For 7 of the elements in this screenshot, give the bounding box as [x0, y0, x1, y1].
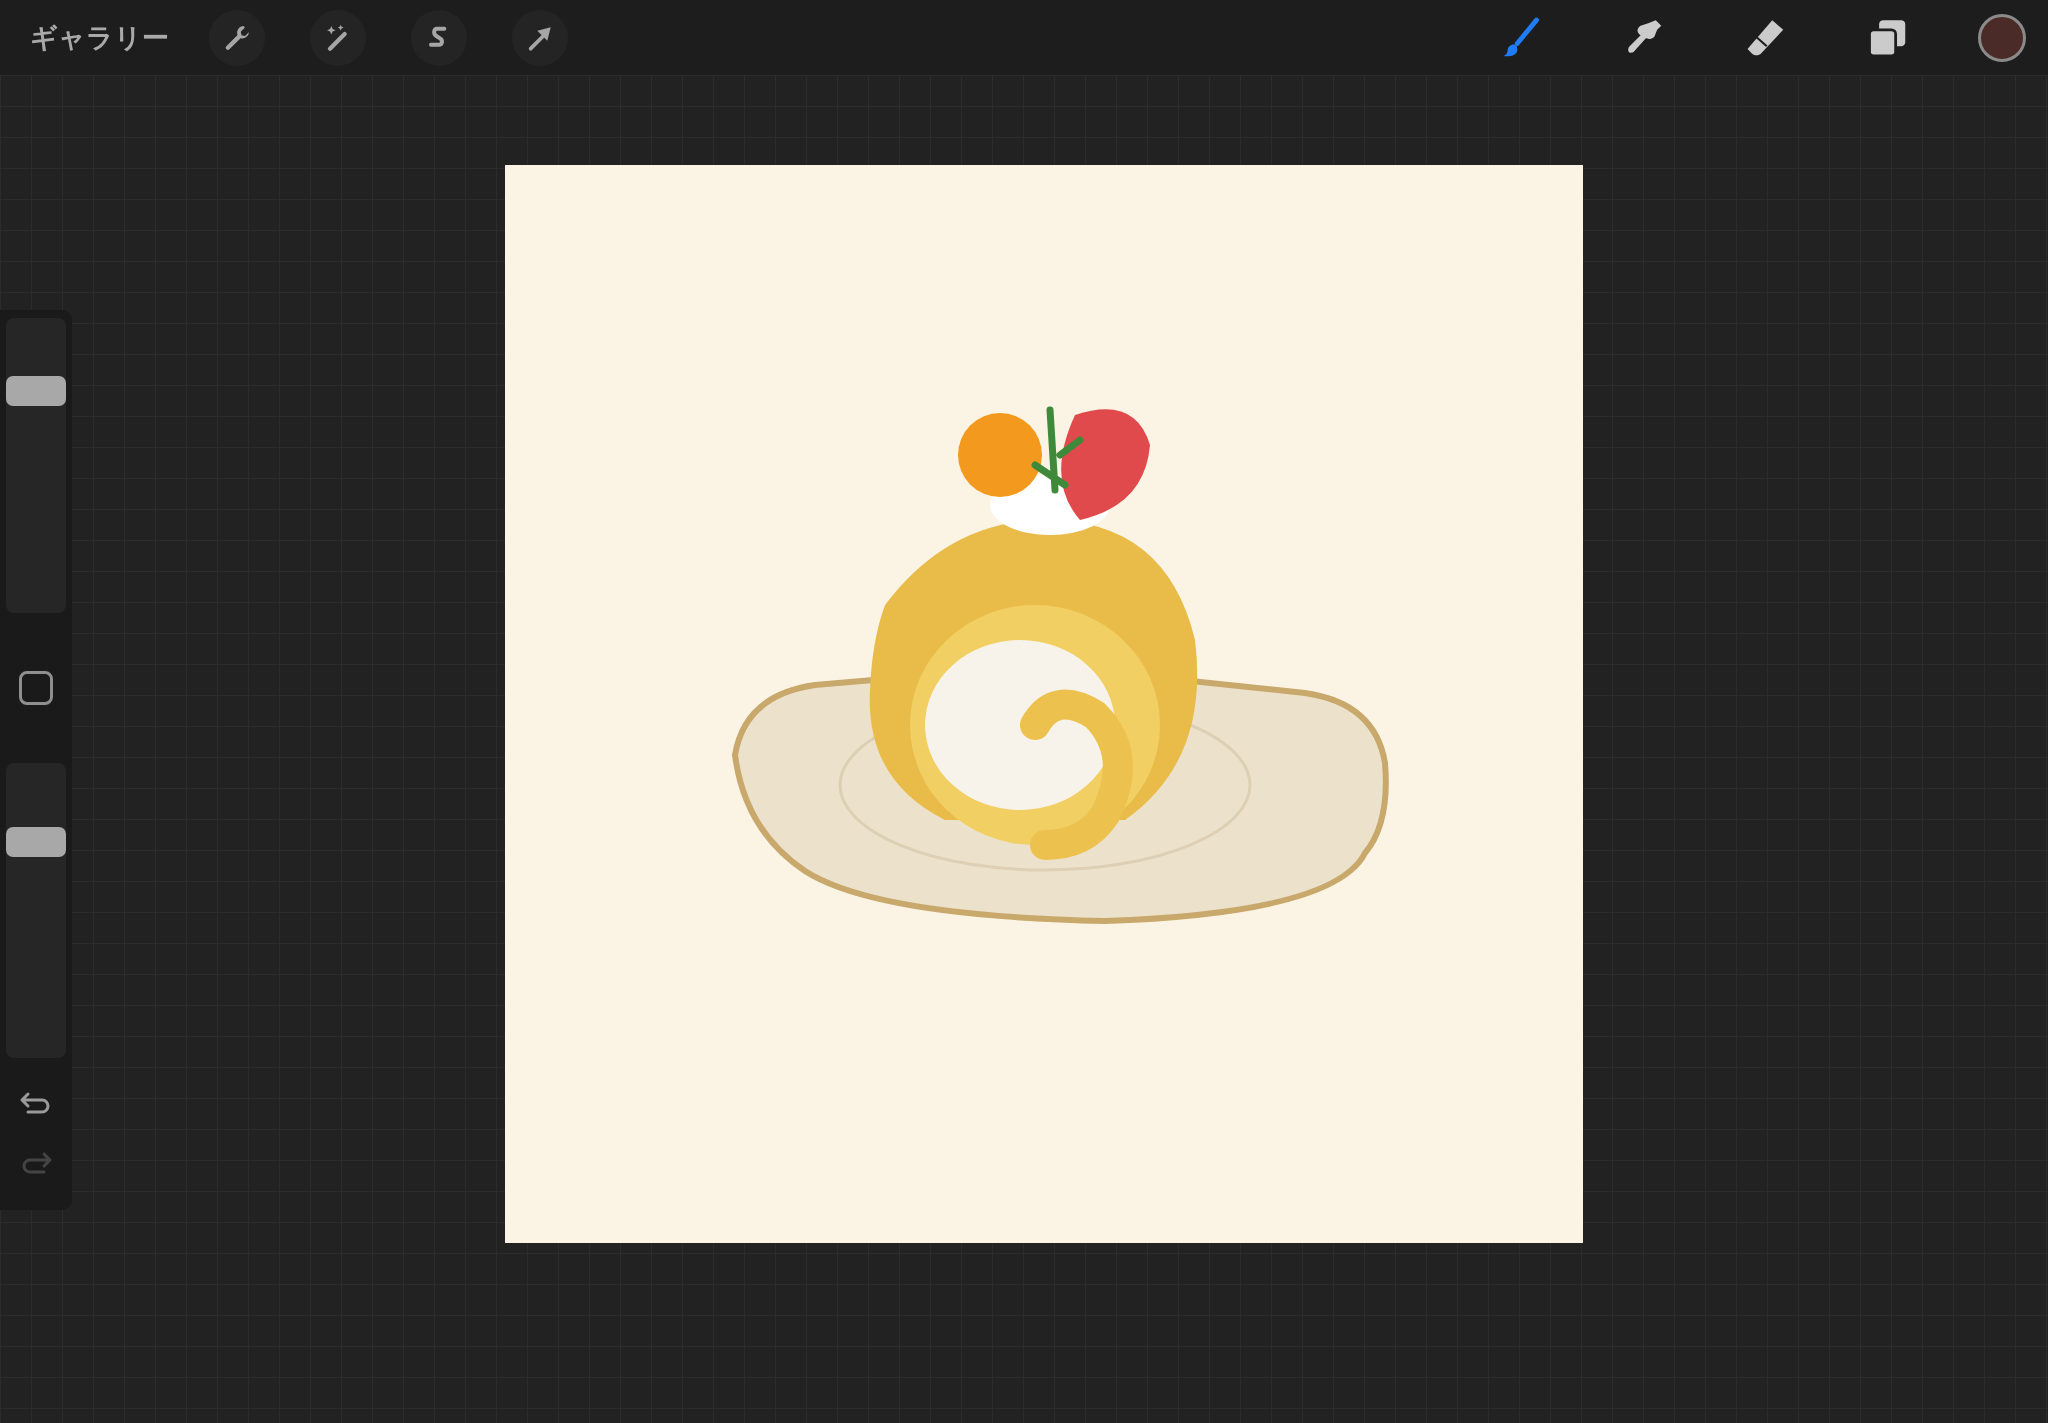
- slider-track[interactable]: [6, 763, 66, 1058]
- slider-track[interactable]: [6, 318, 66, 613]
- gallery-button[interactable]: ギャラリー: [30, 19, 169, 56]
- color-swatch[interactable]: [1978, 13, 2026, 62]
- slider-thumb[interactable]: [6, 376, 66, 407]
- modify-button[interactable]: [19, 671, 53, 705]
- slider-thumb[interactable]: [6, 826, 66, 857]
